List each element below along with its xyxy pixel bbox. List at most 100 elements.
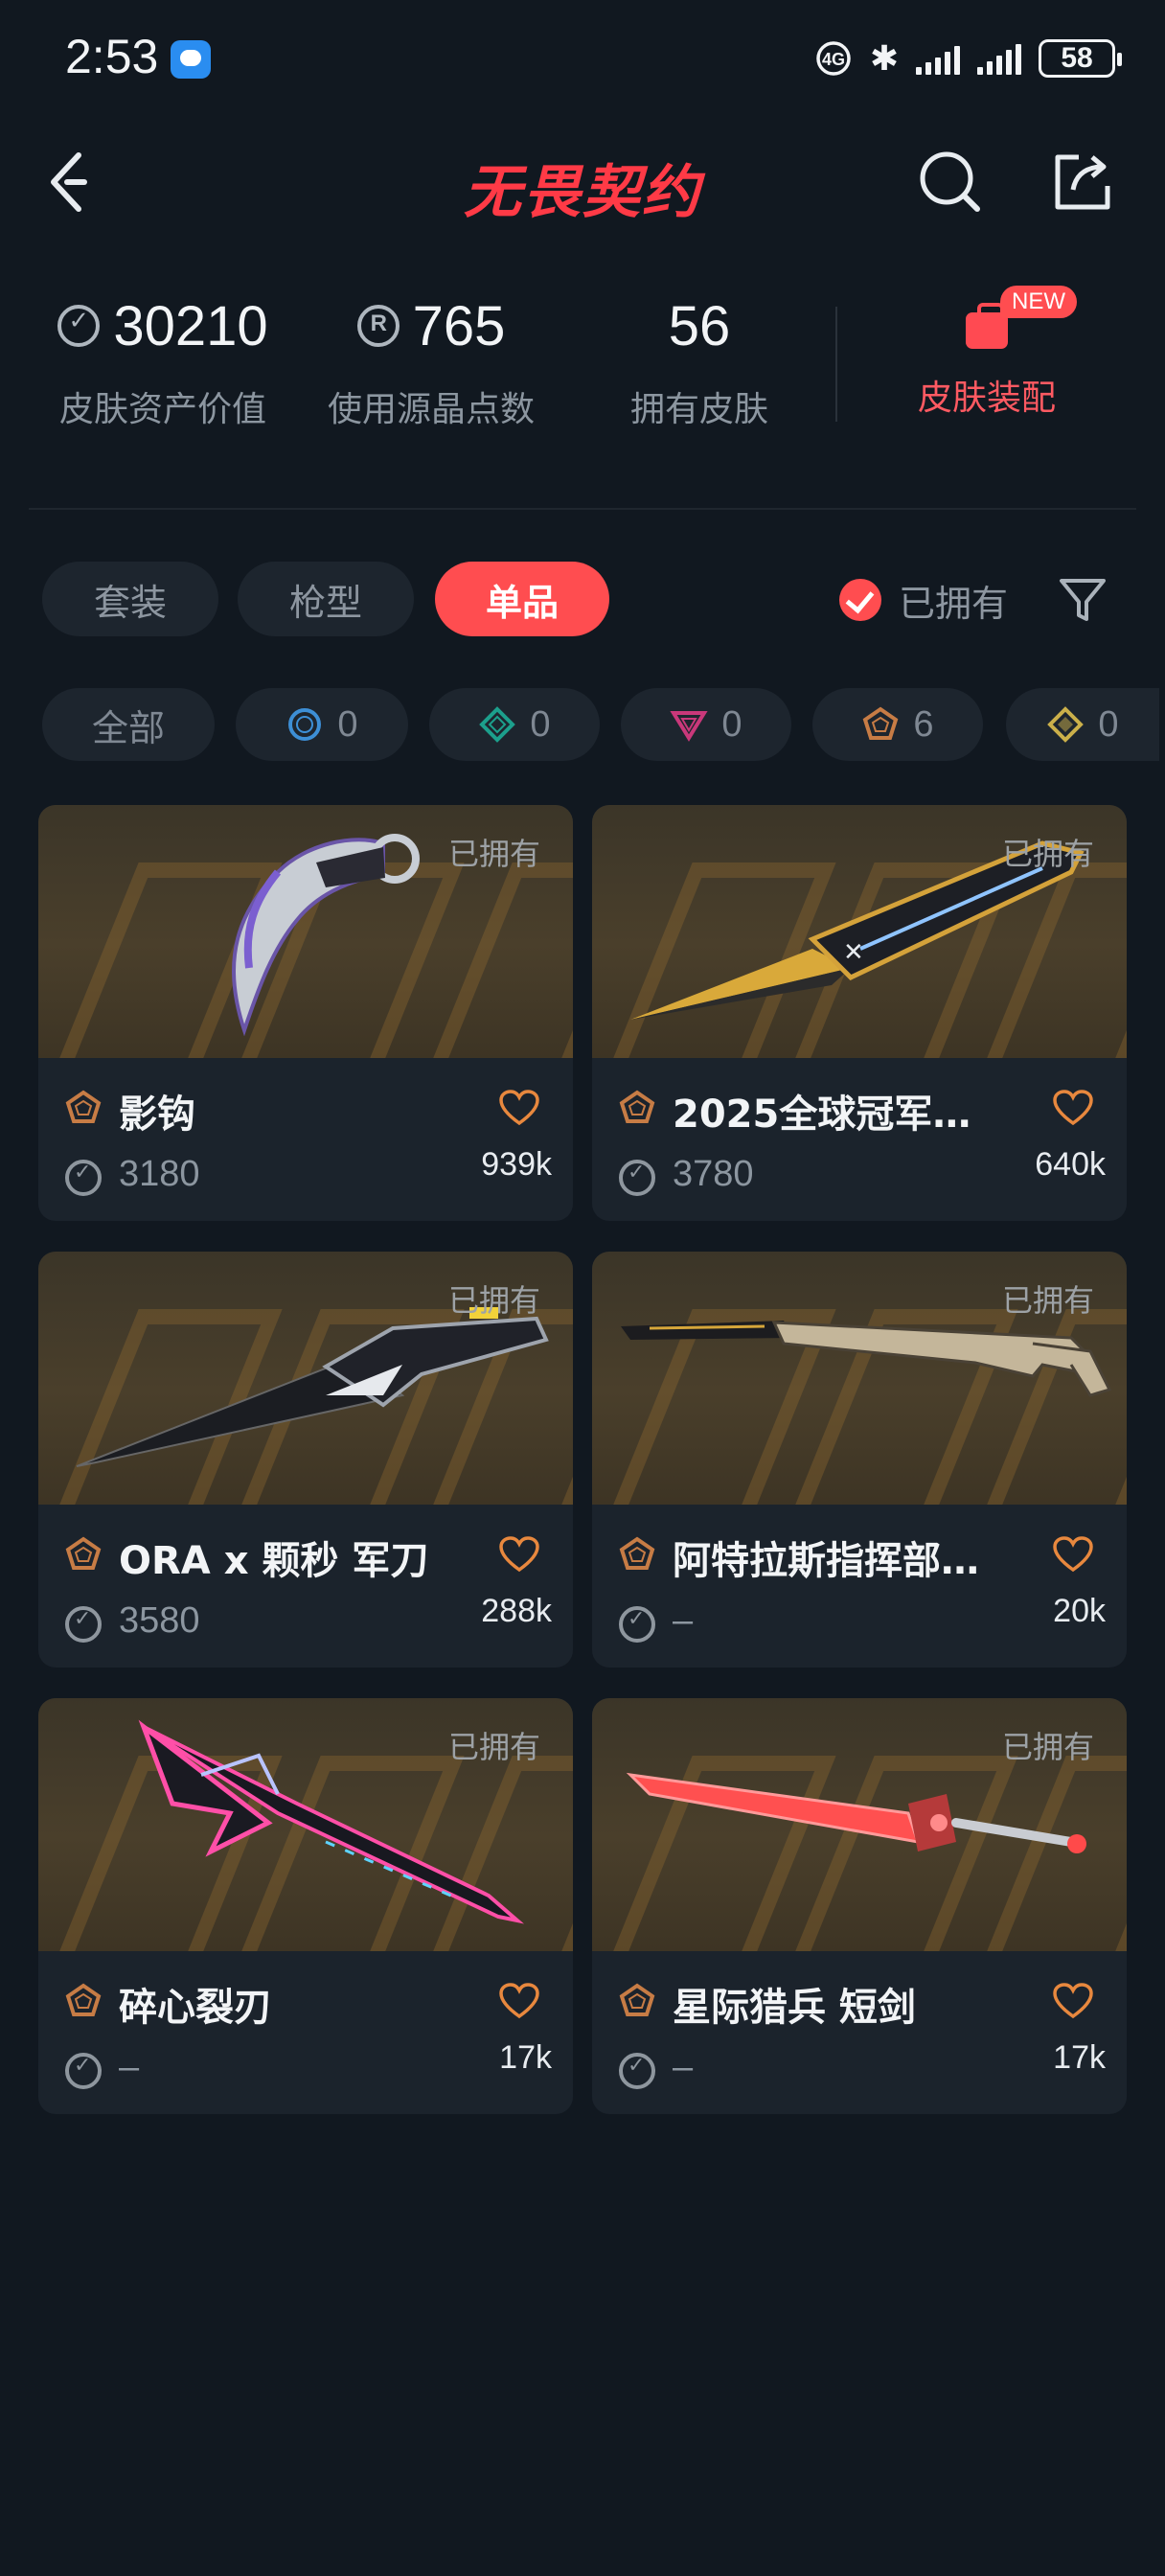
exclusive-tier-icon — [863, 706, 899, 740]
owned-filter-label: 已拥有 — [899, 582, 1009, 625]
new-badge: NEW — [1000, 286, 1077, 318]
radianite-icon — [356, 305, 400, 347]
bluetooth-icon: ✱ — [869, 38, 899, 79]
owned-tag: 已拥有 — [1001, 836, 1094, 872]
exclusive-tier-icon — [619, 1536, 655, 1570]
like-heart-icon[interactable] — [498, 1089, 540, 1127]
owned-tag: 已拥有 — [447, 1729, 540, 1765]
exclusive-tier-count: 6 — [913, 703, 934, 745]
rarity-chip-deluxe[interactable]: 0 — [429, 688, 600, 761]
radianite-stat: 765 使用源晶点数 — [316, 288, 546, 431]
owned-tag: 已拥有 — [1001, 1282, 1094, 1319]
status-icons: 4G ✱ 58 — [814, 34, 1122, 82]
skin-card[interactable]: 已拥有 阿特拉斯指挥部… – 20k — [592, 1252, 1127, 1668]
select-tier-icon — [288, 708, 322, 741]
owned-tag: 已拥有 — [1001, 1729, 1094, 1765]
rarity-chip-select[interactable]: 0 — [236, 688, 408, 761]
skin-name: 阿特拉斯指挥部… — [673, 1539, 979, 1583]
skin-name: 2025全球冠军… — [673, 1092, 971, 1137]
skin-price: 3580 — [119, 1600, 200, 1641]
vp-coin-icon — [619, 1606, 655, 1643]
skin-card[interactable]: ✕ 已拥有 2025全球冠军… 3780 640k — [592, 805, 1127, 1221]
filter-button[interactable] — [1056, 573, 1109, 627]
select-tier-count: 0 — [337, 703, 358, 745]
like-count: 20k — [1053, 1593, 1106, 1629]
share-button[interactable] — [1044, 144, 1121, 220]
battery-icon: 58 — [1039, 39, 1122, 78]
vp-coin-icon — [65, 2053, 102, 2089]
vp-coin-icon — [57, 305, 101, 347]
ultra-tier-icon — [1047, 706, 1085, 743]
like-count: 17k — [1053, 2039, 1106, 2076]
vp-coin-icon — [619, 2053, 655, 2089]
asset-value-stat: 30210 皮肤资产价值 — [48, 288, 278, 431]
exclusive-tier-icon — [619, 1090, 655, 1123]
data-saver-icon: 4G — [816, 41, 851, 76]
skin-card[interactable]: 已拥有 碎心裂刃 – 17k — [38, 1698, 573, 2114]
checkbox-checked-icon — [839, 579, 881, 621]
skin-card[interactable]: 已拥有 ORA x 颗秒 军刀 3580 288k — [38, 1252, 573, 1668]
tab-weapon-type[interactable]: 枪型 — [238, 562, 414, 636]
status-time: 2:53 — [65, 30, 159, 83]
asset-value-label: 皮肤资产价值 — [58, 390, 266, 429]
svg-text:✕: ✕ — [843, 938, 864, 967]
skin-card[interactable]: 已拥有 星际猎兵 短剑 – 17k — [592, 1698, 1127, 2114]
owned-tag: 已拥有 — [447, 836, 540, 872]
skin-name: 星际猎兵 短剑 — [673, 1986, 916, 2030]
like-heart-icon[interactable] — [1052, 1089, 1094, 1127]
tab-bundles[interactable]: 套装 — [42, 562, 218, 636]
skins-owned-value: 56 — [668, 294, 731, 357]
radianite-value: 765 — [412, 294, 506, 357]
exclusive-tier-icon — [619, 1983, 655, 2016]
skin-price: 3780 — [673, 1154, 754, 1194]
owned-tag: 已拥有 — [447, 1282, 540, 1319]
like-count: 640k — [1035, 1146, 1106, 1183]
skin-name: ORA x 颗秒 军刀 — [119, 1539, 429, 1583]
message-app-icon — [171, 40, 211, 79]
deluxe-tier-count: 0 — [530, 703, 551, 745]
stats-divider — [835, 307, 837, 422]
like-heart-icon[interactable] — [498, 1535, 540, 1574]
like-count: 939k — [481, 1146, 552, 1183]
skin-name: 碎心裂刃 — [119, 1986, 272, 2030]
vp-coin-icon — [65, 1160, 102, 1196]
vp-coin-icon — [65, 1606, 102, 1643]
like-count: 17k — [499, 2039, 552, 2076]
exclusive-tier-icon — [65, 1983, 102, 2016]
svg-text:4G: 4G — [822, 50, 845, 69]
rarity-chip-all[interactable]: 全部 — [42, 688, 215, 761]
stats-panel: 30210 皮肤资产价值 765 使用源晶点数 56 拥有皮肤 NEW 皮肤装配 — [0, 286, 1165, 450]
radianite-label: 使用源晶点数 — [327, 390, 535, 429]
owned-filter-toggle[interactable]: 已拥有 — [839, 571, 1008, 629]
skin-loadout-button[interactable]: NEW 皮肤装配 — [891, 286, 1083, 420]
signal-icon-1 — [916, 42, 960, 75]
status-bar: 2:53 4G ✱ 58 — [0, 0, 1165, 115]
skin-price: – — [673, 2047, 694, 2087]
search-button[interactable] — [912, 144, 989, 220]
exclusive-tier-icon — [65, 1090, 102, 1123]
deluxe-tier-icon — [479, 706, 516, 743]
skins-owned-stat: 56 拥有皮肤 — [594, 288, 805, 431]
rarity-chip-premium[interactable]: 0 — [621, 688, 791, 761]
like-heart-icon[interactable] — [1052, 1982, 1094, 2020]
rarity-chip-ultra[interactable]: 0 — [1006, 688, 1159, 761]
skin-price: – — [673, 1600, 694, 1641]
premium-tier-icon — [670, 711, 709, 742]
vp-coin-icon — [619, 1160, 655, 1196]
asset-value: 30210 — [113, 294, 268, 357]
skins-owned-label: 拥有皮肤 — [629, 390, 768, 429]
section-divider — [29, 508, 1136, 510]
skin-price: – — [119, 2047, 140, 2087]
page-title: 无畏契约 — [464, 159, 701, 226]
like-heart-icon[interactable] — [498, 1982, 540, 2020]
ultra-tier-count: 0 — [1098, 703, 1119, 745]
skin-card[interactable]: 已拥有 影钩 3180 939k — [38, 805, 573, 1221]
like-count: 288k — [481, 1593, 552, 1629]
exclusive-tier-icon — [65, 1536, 102, 1570]
skin-loadout-label: 皮肤装配 — [917, 379, 1056, 418]
signal-icon-2 — [977, 42, 1021, 75]
skin-name: 影钩 — [119, 1092, 195, 1137]
like-heart-icon[interactable] — [1052, 1535, 1094, 1574]
tab-single-items[interactable]: 单品 — [435, 562, 609, 636]
rarity-chip-exclusive[interactable]: 6 — [812, 688, 983, 761]
